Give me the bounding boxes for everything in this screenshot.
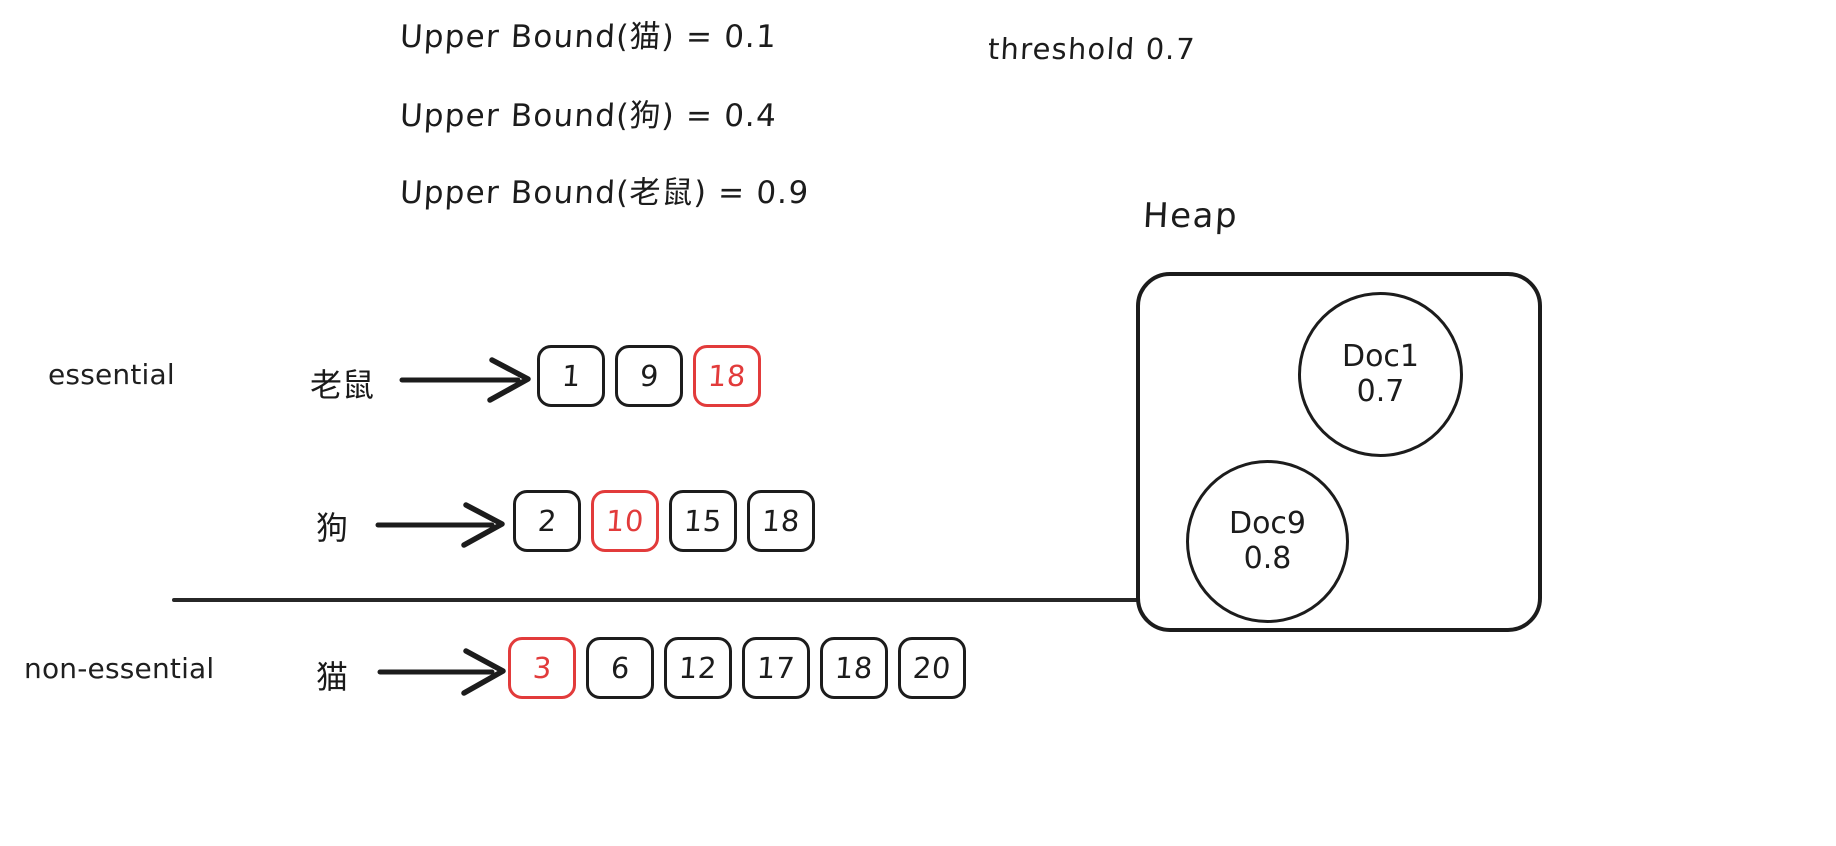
posting-cell[interactable]: 15 xyxy=(669,490,737,552)
group-label-non-essential: non-essential xyxy=(24,652,215,685)
posting-cell-highlighted[interactable]: 3 xyxy=(508,637,576,699)
upper-bound-line-mouse: Upper Bound(老鼠) = 0.9 xyxy=(399,175,811,211)
posting-row-mouse: 1 9 18 xyxy=(537,345,771,407)
heap-node[interactable]: Doc9 0.8 xyxy=(1186,460,1349,623)
posting-cell[interactable]: 18 xyxy=(820,637,888,699)
posting-cell[interactable]: 12 xyxy=(664,637,732,699)
right-arrow-icon xyxy=(375,502,505,548)
term-label-mouse: 老鼠 xyxy=(310,366,375,404)
posting-cell-value: 18 xyxy=(760,504,802,538)
posting-cell[interactable]: 1 xyxy=(537,345,605,407)
posting-cell-highlighted[interactable]: 18 xyxy=(693,345,761,407)
posting-row-cat: 3 6 12 17 18 20 xyxy=(508,637,976,699)
posting-cell-value: 10 xyxy=(604,504,646,538)
posting-cell-value: 9 xyxy=(638,359,660,393)
posting-cell-value: 3 xyxy=(531,651,553,685)
right-arrow-icon xyxy=(399,357,531,403)
posting-cell[interactable]: 18 xyxy=(747,490,815,552)
posting-cell-value: 18 xyxy=(706,359,748,393)
right-arrow-icon xyxy=(377,648,506,696)
posting-cell-value: 6 xyxy=(609,651,631,685)
upper-bound-line-cat: Upper Bound(猫) = 0.1 xyxy=(399,19,779,55)
threshold-label: threshold 0.7 xyxy=(987,32,1197,66)
posting-cell[interactable]: 17 xyxy=(742,637,810,699)
term-label-dog: 狗 xyxy=(316,509,349,547)
upper-bound-line-dog: Upper Bound(狗) = 0.4 xyxy=(399,98,779,134)
posting-cell-value: 2 xyxy=(536,504,558,538)
posting-cell-value: 12 xyxy=(677,651,719,685)
posting-cell[interactable]: 2 xyxy=(513,490,581,552)
posting-cell[interactable]: 20 xyxy=(898,637,966,699)
posting-cell[interactable]: 9 xyxy=(615,345,683,407)
heap-node[interactable]: Doc1 0.7 xyxy=(1298,292,1463,457)
heap-node-name: Doc9 xyxy=(1228,506,1307,541)
posting-cell-value: 15 xyxy=(682,504,724,538)
posting-cell-value: 1 xyxy=(560,359,582,393)
heap-node-score: 0.7 xyxy=(1356,373,1405,409)
posting-cell-value: 18 xyxy=(833,651,875,685)
term-label-cat: 猫 xyxy=(316,658,349,696)
essential-divider xyxy=(172,598,1178,602)
group-label-essential: essential xyxy=(48,358,175,391)
posting-cell-highlighted[interactable]: 10 xyxy=(591,490,659,552)
posting-row-dog: 2 10 15 18 xyxy=(513,490,825,552)
posting-cell-value: 17 xyxy=(755,651,797,685)
posting-cell-value: 20 xyxy=(911,651,953,685)
heap-node-score: 0.8 xyxy=(1243,540,1292,576)
heap-node-name: Doc1 xyxy=(1341,339,1420,374)
heap-title: Heap xyxy=(1141,196,1240,236)
posting-cell[interactable]: 6 xyxy=(586,637,654,699)
